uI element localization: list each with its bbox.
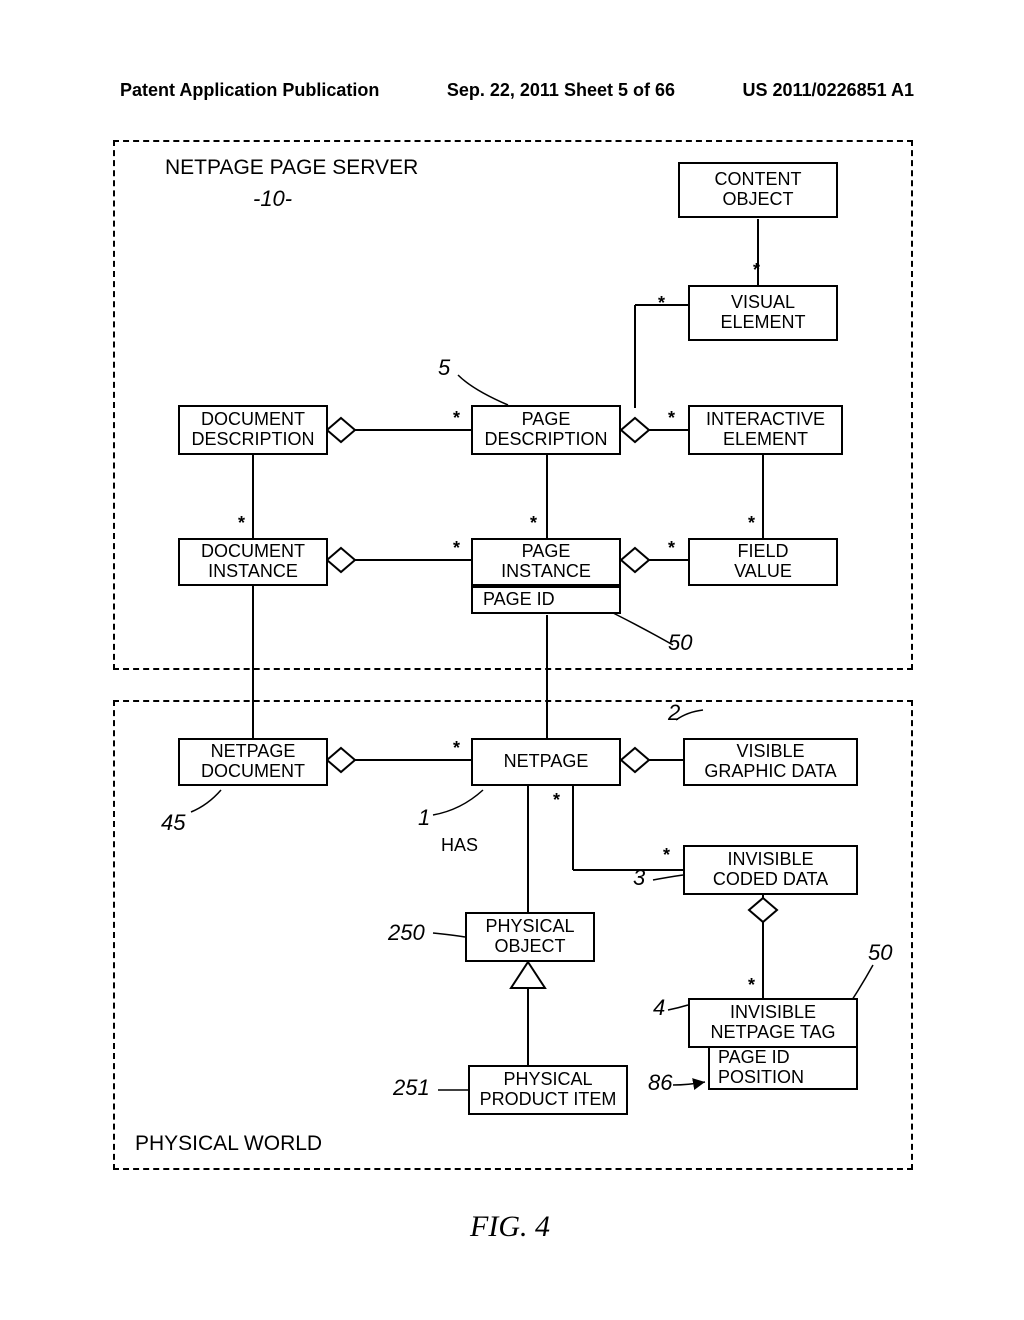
document-instance-box: DOCUMENTINSTANCE [178, 538, 328, 586]
star: * [668, 408, 675, 429]
star: * [553, 790, 560, 811]
star: * [663, 845, 670, 866]
page-header: Patent Application Publication Sep. 22, … [0, 80, 1024, 101]
document-description-label: DOCUMENTDESCRIPTION [191, 410, 314, 450]
document-description-box: DOCUMENTDESCRIPTION [178, 405, 328, 455]
page-instance-label: PAGEINSTANCE [501, 542, 591, 582]
physical-object-label: PHYSICALOBJECT [485, 917, 574, 957]
ref-5: 5 [438, 355, 450, 381]
page-instance-sub-label: PAGE ID [483, 590, 555, 610]
figure-label: FIG. 4 [470, 1210, 550, 1244]
invisible-tag-sub2-label: POSITION [718, 1068, 804, 1088]
star: * [748, 975, 755, 996]
visual-element-label: VISUALELEMENT [720, 293, 805, 333]
invisible-coded-box: INVISIBLECODED DATA [683, 845, 858, 895]
content-object-box: CONTENTOBJECT [678, 162, 838, 218]
ref-3: 3 [633, 865, 645, 891]
ref-45: 45 [161, 810, 185, 836]
invisible-coded-label: INVISIBLECODED DATA [713, 850, 828, 890]
header-right: US 2011/0226851 A1 [743, 80, 914, 101]
ref-251: 251 [393, 1075, 430, 1101]
invisible-tag-sub2-box: POSITION [708, 1068, 858, 1090]
ref-250: 250 [388, 920, 425, 946]
page-instance-box: PAGEINSTANCE [471, 538, 621, 586]
star: * [668, 538, 675, 559]
page-description-box: PAGEDESCRIPTION [471, 405, 621, 455]
header-left: Patent Application Publication [120, 80, 379, 101]
invisible-tag-sub1-label: PAGE ID [718, 1048, 790, 1068]
has-label: HAS [441, 835, 478, 856]
netpage-box: NETPAGE [471, 738, 621, 786]
visible-graphic-label: VISIBLEGRAPHIC DATA [704, 742, 836, 782]
visible-graphic-box: VISIBLEGRAPHIC DATA [683, 738, 858, 786]
netpage-document-box: NETPAGEDOCUMENT [178, 738, 328, 786]
netpage-document-label: NETPAGEDOCUMENT [201, 742, 305, 782]
star: * [753, 260, 760, 281]
physical-world-title: PHYSICAL WORLD [135, 1132, 322, 1156]
ref-4: 4 [653, 995, 665, 1021]
server-ref-10: -10- [253, 186, 292, 212]
ref-1: 1 [418, 805, 430, 831]
document-instance-label: DOCUMENTINSTANCE [201, 542, 305, 582]
ref-50a: 50 [668, 630, 692, 656]
interactive-element-label: INTERACTIVEELEMENT [706, 410, 825, 450]
physical-product-box: PHYSICALPRODUCT ITEM [468, 1065, 628, 1115]
page-instance-sub-box: PAGE ID [471, 586, 621, 614]
invisible-tag-box: INVISIBLENETPAGE TAG [688, 998, 858, 1048]
field-value-label: FIELDVALUE [734, 542, 792, 582]
interactive-element-box: INTERACTIVEELEMENT [688, 405, 843, 455]
netpage-label: NETPAGE [504, 752, 589, 772]
header-center: Sep. 22, 2011 Sheet 5 of 66 [447, 80, 675, 101]
page-description-label: PAGEDESCRIPTION [484, 410, 607, 450]
invisible-tag-label: INVISIBLENETPAGE TAG [710, 1003, 835, 1043]
star: * [453, 408, 460, 429]
server-title: NETPAGE PAGE SERVER [165, 156, 418, 180]
ref-50b: 50 [868, 940, 892, 966]
diagram-container: NETPAGE PAGE SERVER -10- PHYSICAL WORLD [113, 140, 913, 1190]
ref-2: 2 [668, 700, 680, 726]
field-value-box: FIELDVALUE [688, 538, 838, 586]
star: * [658, 293, 665, 314]
visual-element-box: VISUALELEMENT [688, 285, 838, 341]
star: * [748, 513, 755, 534]
ref-86: 86 [648, 1070, 672, 1096]
star: * [530, 513, 537, 534]
physical-product-label: PHYSICALPRODUCT ITEM [480, 1070, 617, 1110]
content-object-label: CONTENTOBJECT [715, 170, 802, 210]
star: * [453, 738, 460, 759]
physical-object-box: PHYSICALOBJECT [465, 912, 595, 962]
star: * [453, 538, 460, 559]
star: * [238, 513, 245, 534]
